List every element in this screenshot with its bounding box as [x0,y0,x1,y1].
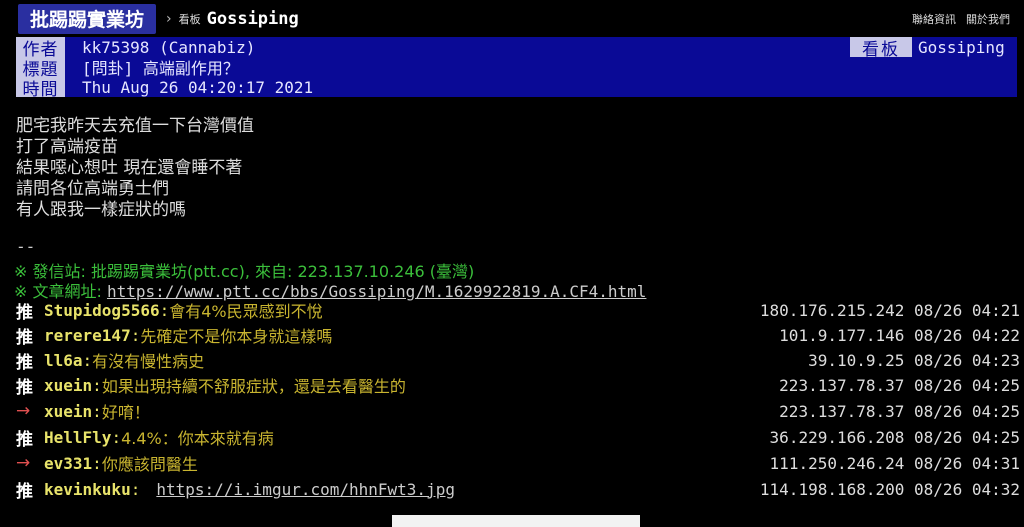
push-user: xuein [44,375,93,395]
push-row: 推 rerere147: 先確定不是你本身就這樣嗎 101.9.177.146 … [16,322,1020,348]
arrow-tag: → [16,453,31,473]
push-row: 推 ll6a: 有沒有慢性病史 39.10.9.25 08/26 04:23 [16,347,1020,373]
signature-separator: -- [16,237,36,256]
body-line: 打了高端疫苗 [16,137,118,157]
push-content: 有沒有慢性病史 [92,352,205,371]
push-user: ll6a [44,350,83,370]
body-line: 結果噁心想吐 現在還會睡不著 [16,158,243,178]
arrow-tag: → [16,401,31,421]
push-tag: 推 [16,302,33,323]
push-user: xuein [44,401,93,421]
about-link[interactable]: 關於我們 [966,11,1010,27]
time-label: 時間 [16,77,65,100]
site-home-link[interactable]: 批踢踢實業坊 [18,3,157,34]
push-content: 會有4%民眾感到不悅 [169,302,323,321]
push-tag: 推 [16,352,33,373]
board-value: Gossiping [918,37,1005,57]
push-ip-datetime: 114.198.168.200 08/26 04:32 [759,479,1020,499]
push-tag: 推 [16,429,33,450]
title-value: [問卦] 高端副作用？ [82,59,239,78]
author-value: kk75398 (Cannabiz) [82,37,256,57]
push-ip-datetime: 101.9.177.146 08/26 04:22 [779,325,1020,345]
body-line: 肥宅我昨天去充值一下台灣價值 [16,116,254,136]
article-body: 肥宅我昨天去充值一下台灣價值 打了高端疫苗 結果噁心想吐 現在還會睡不著 請問各… [16,116,254,221]
topbar-links: 聯絡資訊 關於我們 [912,11,1010,27]
body-line: 有人跟我一樣症狀的嗎 [16,200,186,220]
push-ip-datetime: 223.137.78.37 08/26 04:25 [779,401,1020,421]
breadcrumb-separator: › [166,10,172,27]
board-link[interactable]: Gossiping [207,9,299,29]
push-content: 如果出現持續不舒服症狀，還是去看醫生的 [101,377,406,396]
push-user: ev331 [44,453,93,473]
push-ip-datetime: 39.10.9.25 08/26 04:23 [808,350,1020,370]
push-row: 推 HellFly: 4.4%：你本來就有病 36.229.166.208 08… [16,424,1020,450]
push-ip-datetime: 223.137.78.37 08/26 04:25 [779,375,1020,395]
push-content: 好唷！ [101,403,150,422]
contact-link[interactable]: 聯絡資訊 [912,11,956,27]
push-user: Stupidog5566 [44,300,160,320]
push-row: → ev331: 你應該問醫生 111.250.246.24 08/26 04:… [16,453,1020,474]
body-line: 請問各位高端勇士們 [16,179,169,199]
time-value: Thu Aug 26 04:20:17 2021 [82,77,314,97]
article-header: 作者 kk75398 (Cannabiz) 看板 Gossiping 標題 [問… [16,37,1017,100]
push-tag: 推 [16,377,33,398]
push-row: → xuein: 好唷！ 223.137.78.37 08/26 04:25 [16,401,1020,422]
push-tag: 推 [16,481,33,502]
board-tag-label: 看板 [178,12,201,26]
push-content: 4.4%：你本來就有病 [121,429,274,448]
push-user: rerere147 [44,325,131,345]
push-row: 推 xuein: 如果出現持續不舒服症狀，還是去看醫生的 223.137.78.… [16,372,1020,398]
push-user: HellFly [44,427,112,447]
top-navbar: 批踢踢實業坊 › 看板 Gossiping 聯絡資訊 關於我們 [0,0,1024,37]
time-row: 時間 Thu Aug 26 04:20:17 2021 [16,77,314,100]
push-content: 先確定不是你本身就這樣嗎 [140,327,333,346]
push-ip-datetime: 111.250.246.24 08/26 04:31 [769,453,1020,473]
push-ip-datetime: 36.229.166.208 08/26 04:25 [769,427,1020,447]
embedded-image-preview [392,515,640,527]
push-image-link[interactable]: https://i.imgur.com/hhnFwt3.jpg [156,480,455,499]
board-label: 看板 [850,37,912,60]
push-ip-datetime: 180.176.215.242 08/26 04:21 [759,300,1020,320]
push-content: 你應該問醫生 [101,455,198,474]
push-user: kevinkuku [44,479,131,499]
push-row: 推 kevinkuku: https://i.imgur.com/hhnFwt3… [16,476,1020,502]
push-row: 推 Stupidog5566: 會有4%民眾感到不悅 180.176.215.2… [16,297,1020,323]
push-tag: 推 [16,327,33,348]
